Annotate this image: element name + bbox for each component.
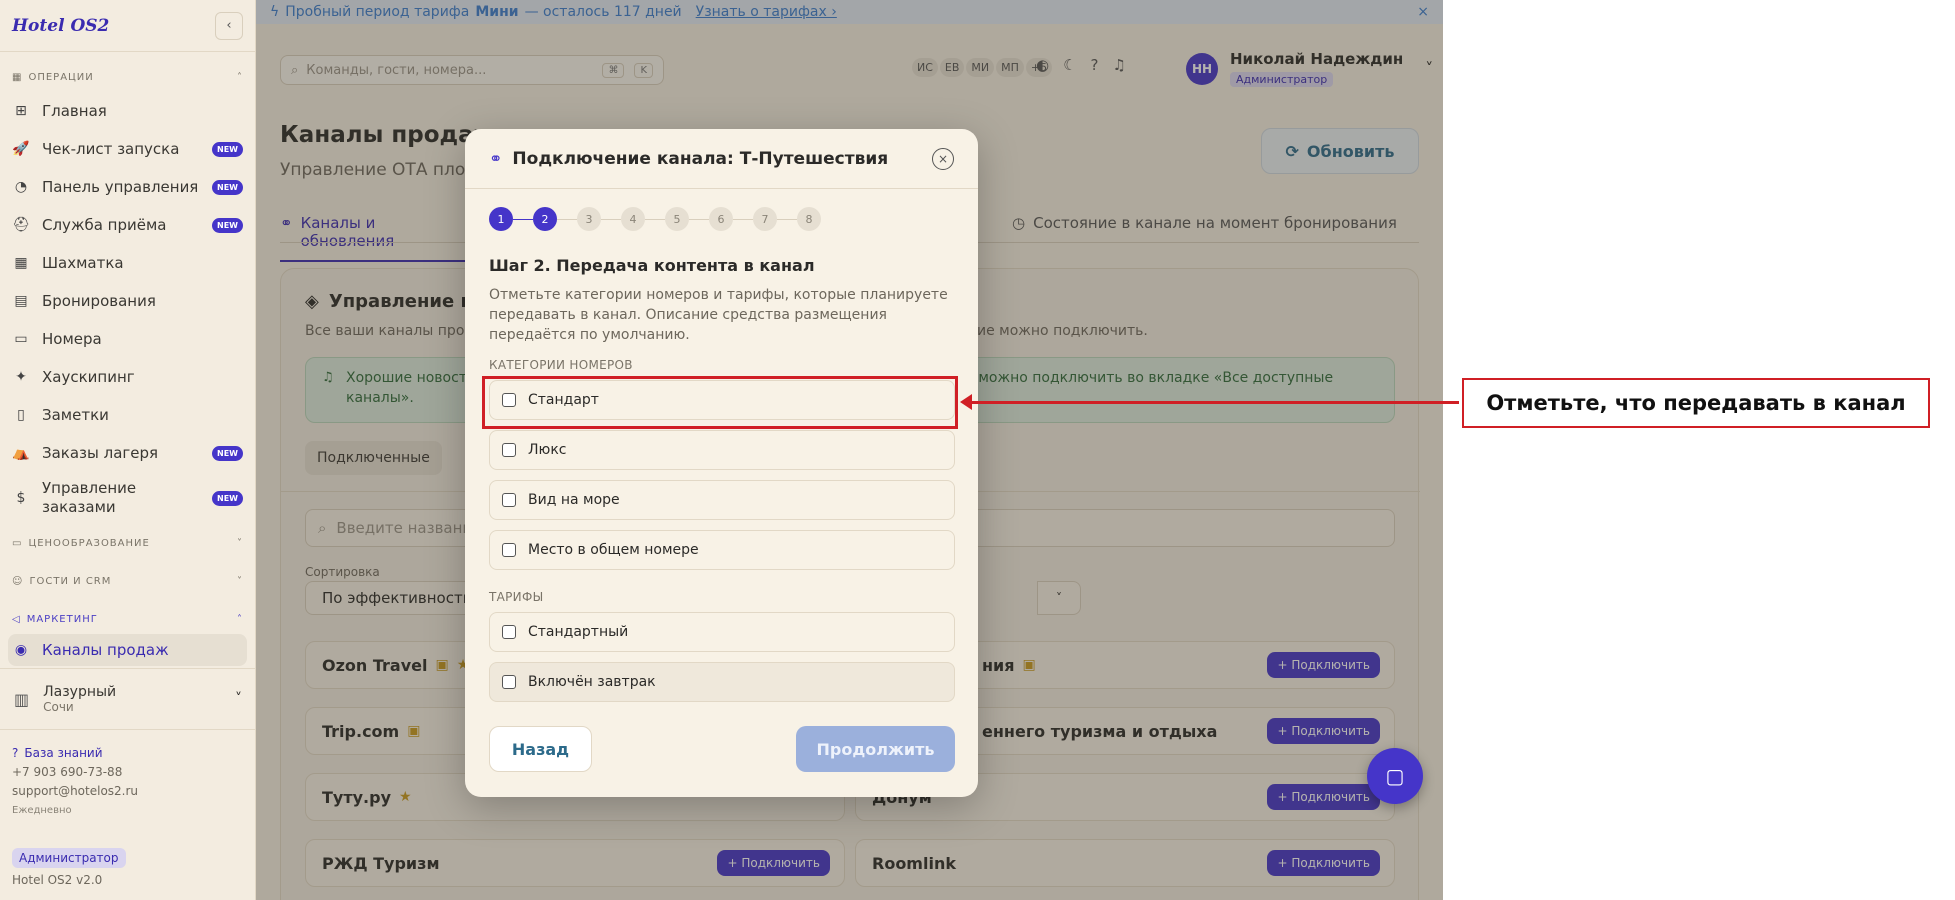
sidebar-section-operations[interactable]: ▦ ОПЕРАЦИИ ˄ xyxy=(0,62,255,92)
sidebar-section-guests[interactable]: ☺ ГОСТИ И CRM ˅ xyxy=(0,566,255,596)
building-icon: ▥ xyxy=(14,689,30,709)
stepper: 1 2 3 4 5 6 7 8 xyxy=(489,207,821,231)
callout-label: Отметьте, что передавать в канал xyxy=(1462,378,1930,428)
gauge-icon: ◔ xyxy=(14,179,28,195)
note-icon: ▯ xyxy=(17,407,25,423)
receipt-icon: $ xyxy=(16,490,26,506)
hotel-switcher[interactable]: ▥ Лазурный Сочи ˅ xyxy=(0,668,256,730)
sidebar-item-home[interactable]: ⊞ Главная xyxy=(0,92,255,130)
sidebar-item-front-desk[interactable]: ⛑ Служба приёма NEW xyxy=(0,206,255,244)
megaphone-icon: ◁ xyxy=(12,613,21,625)
role-badge: Администратор xyxy=(12,848,126,868)
new-badge: NEW xyxy=(212,141,243,157)
continue-button[interactable]: Продолжить xyxy=(796,726,955,772)
sidebar-item-sales-channels[interactable]: ◉ Каналы продаж xyxy=(8,634,247,666)
sidebar-item-camp-orders[interactable]: ⛺ Заказы лагеря NEW xyxy=(0,434,255,472)
home-icon: ⊞ xyxy=(15,103,27,119)
step-8: 8 xyxy=(797,207,821,231)
step-title: Шаг 2. Передача контента в канал xyxy=(489,256,815,275)
support-phone[interactable]: +7 903 690-73-88 xyxy=(12,763,138,782)
sidebar-item-launch-checklist[interactable]: 🚀 Чек-лист запуска NEW xyxy=(0,130,255,168)
tent-icon: ⛺ xyxy=(12,445,30,461)
step-1: 1 xyxy=(489,207,513,231)
knowledge-base-link[interactable]: ? База знаний xyxy=(12,744,138,763)
new-badge: NEW xyxy=(212,217,243,233)
highlight-box xyxy=(482,376,958,429)
collapse-sidebar-button[interactable]: ‹ xyxy=(215,11,243,40)
room-option-lux[interactable]: Люкс xyxy=(489,430,955,470)
users-icon: ☺ xyxy=(12,575,24,587)
step-6: 6 xyxy=(709,207,733,231)
step-5: 5 xyxy=(665,207,689,231)
checkbox[interactable] xyxy=(502,625,516,639)
tag-icon: ▭ xyxy=(12,537,23,549)
support-hours: Ежедневно xyxy=(12,805,72,816)
broadcast-icon: ◉ xyxy=(14,642,28,658)
new-badge: NEW xyxy=(212,179,243,195)
connect-channel-modal: ⚭ Подключение канала: Т-Путешествия × 1 … xyxy=(465,129,978,797)
sidebar-item-order-management[interactable]: $ Управление заказами NEW xyxy=(0,472,255,524)
checkbox[interactable] xyxy=(502,543,516,557)
checkbox[interactable] xyxy=(502,493,516,507)
chat-button[interactable]: ▢ xyxy=(1367,748,1423,804)
support-email[interactable]: support@hotelos2.ru xyxy=(12,782,138,801)
chevron-down-icon: ˅ xyxy=(235,691,242,707)
link-icon: ⚭ xyxy=(489,149,503,168)
sidebar-item-notes[interactable]: ▯ Заметки xyxy=(0,396,255,434)
chat-icon: ▢ xyxy=(1385,764,1405,788)
sidebar-header: Hotel OS2 ‹ xyxy=(0,0,255,52)
sidebar-item-chessboard[interactable]: ▦ Шахматка xyxy=(0,244,255,282)
bed-icon: ▭ xyxy=(14,331,28,347)
sidebar-item-bookings[interactable]: ▤ Бронирования xyxy=(0,282,255,320)
checkbox[interactable] xyxy=(502,443,516,457)
chevron-left-icon: ‹ xyxy=(226,18,232,33)
sparkle-icon: ✦ xyxy=(15,369,27,385)
chevron-down-icon: ˅ xyxy=(237,575,243,587)
sidebar-item-rooms[interactable]: ▭ Номера xyxy=(0,320,255,358)
chevron-up-icon: ˄ xyxy=(237,71,243,83)
rocket-icon: 🚀 xyxy=(12,141,30,157)
rate-option-breakfast[interactable]: Включён завтрак xyxy=(489,662,955,702)
clipboard-icon: ▤ xyxy=(14,293,28,309)
sidebar-section-pricing[interactable]: ▭ ЦЕНООБРАЗОВАНИЕ ˅ xyxy=(0,528,255,558)
sidebar-item-dashboard[interactable]: ◔ Панель управления NEW xyxy=(0,168,255,206)
step-description: Отметьте категории номеров и тарифы, кот… xyxy=(489,287,948,343)
close-modal-button[interactable]: × xyxy=(932,147,954,170)
room-option-shared[interactable]: Место в общем номере xyxy=(489,530,955,570)
sidebar: Hotel OS2 ‹ ▦ ОПЕРАЦИИ ˄ ⊞ Главная 🚀 Чек-… xyxy=(0,0,256,900)
step-3: 3 xyxy=(577,207,601,231)
modal-header: ⚭ Подключение канала: Т-Путешествия × xyxy=(465,129,978,189)
chevron-up-icon: ˄ xyxy=(237,613,243,625)
sidebar-item-housekeeping[interactable]: ✦ Хаускипинг xyxy=(0,358,255,396)
sidebar-section-marketing[interactable]: ◁ МАРКЕТИНГ ˄ xyxy=(0,604,255,634)
step-7: 7 xyxy=(753,207,777,231)
modal-title: Подключение канала: Т-Путешествия xyxy=(512,148,889,169)
back-button[interactable]: Назад xyxy=(489,726,592,772)
chevron-down-icon: ˅ xyxy=(237,537,243,549)
new-badge: NEW xyxy=(212,490,243,506)
room-option-sea-view[interactable]: Вид на море xyxy=(489,480,955,520)
step-2: 2 xyxy=(533,207,557,231)
sidebar-footer: ? База знаний +7 903 690-73-88 support@ho… xyxy=(12,744,138,820)
rate-option-standard[interactable]: Стандартный xyxy=(489,612,955,652)
rooms-section-label: КАТЕГОРИИ НОМЕРОВ xyxy=(489,358,633,372)
arrow-line xyxy=(970,401,1459,404)
help-circle-icon: ? xyxy=(12,746,19,760)
table-icon: ▦ xyxy=(14,255,28,271)
app-version: Hotel OS2 v2.0 xyxy=(12,873,103,887)
close-icon: × xyxy=(937,151,949,166)
rates-section-label: ТАРИФЫ xyxy=(489,590,544,604)
checkbox[interactable] xyxy=(502,675,516,689)
grid-icon: ▦ xyxy=(12,71,23,83)
step-4: 4 xyxy=(621,207,645,231)
app-logo[interactable]: Hotel OS2 xyxy=(12,16,109,36)
new-badge: NEW xyxy=(212,445,243,461)
concierge-icon: ⛑ xyxy=(12,217,30,233)
